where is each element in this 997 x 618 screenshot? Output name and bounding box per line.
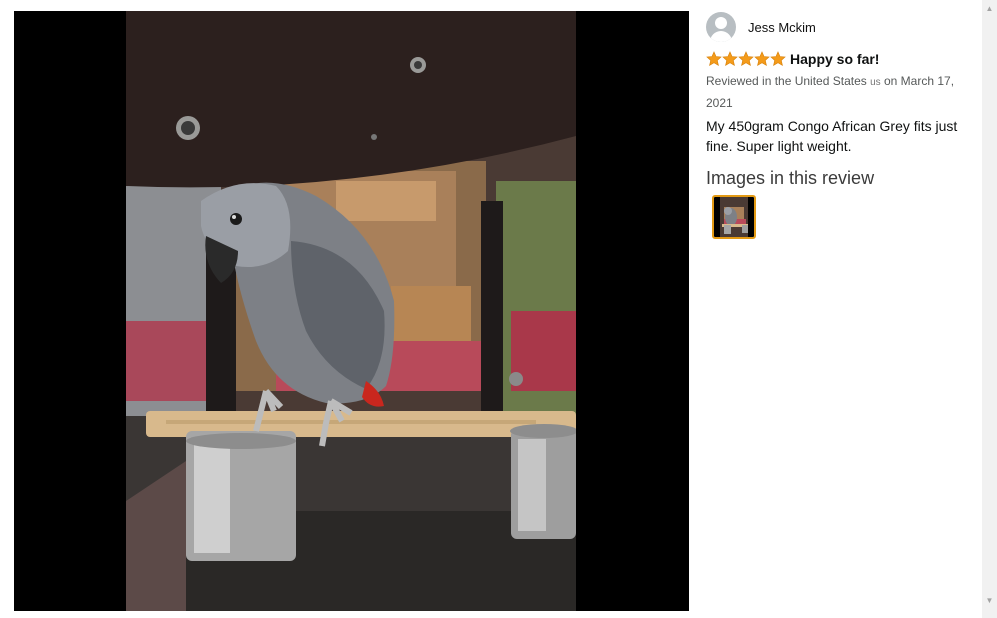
images-section-title: Images in this review [706,168,875,188]
review-body: My 450gram Congo African Grey fits just … [706,118,958,154]
review-meta: Reviewed in the United States us on Marc… [706,71,966,113]
country-flag-text: us [870,77,881,88]
review-panel: Jess Mckim Happy so far! Reviewed in the… [706,12,974,239]
star-icon [770,51,786,67]
reviewer-profile[interactable]: Jess Mckim [706,12,974,42]
review-meta-prefix: Reviewed in the United States [706,74,871,88]
star-rating [706,51,786,67]
avatar[interactable] [706,12,736,42]
triangle-down-icon[interactable]: ▼ [982,594,997,608]
review-image-thumbnail[interactable] [712,195,756,239]
review-title[interactable]: Happy so far! [790,51,879,67]
parrot-photo-image [126,11,576,611]
review-photo [126,11,576,611]
star-icon [706,51,722,67]
triangle-up-icon[interactable]: ▲ [982,2,997,16]
image-viewer [14,11,689,611]
reviewer-name[interactable]: Jess Mckim [748,20,816,35]
thumbnail-image [714,197,754,237]
person-silhouette-icon [715,17,727,29]
star-icon [738,51,754,67]
vertical-scrollbar[interactable]: ▲ ▼ [982,0,997,618]
scrollbar-track[interactable] [984,16,995,602]
rating-row: Happy so far! [706,50,974,68]
star-icon [754,51,770,67]
star-icon [722,51,738,67]
